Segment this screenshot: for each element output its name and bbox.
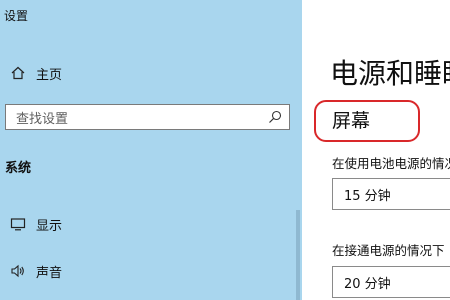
section-title-screen: 屏幕 [332,110,371,132]
home-icon [0,65,36,81]
sidebar-scrollbar[interactable] [296,210,300,300]
search-placeholder: 查找设置 [16,111,69,127]
window-title: 设置 [4,9,29,23]
battery-timeout-label: 在使用电池电源的情况下 [332,156,450,171]
monitor-icon [0,216,36,232]
page-title: 电源和睡眠 [330,57,450,90]
section-header-system: 系统 [5,161,32,176]
battery-timeout-value: 15 分钟 [344,188,391,204]
plugged-timeout-label: 在接通电源的情况下 [332,243,445,258]
plugged-timeout-value: 20 分钟 [344,276,391,292]
sidebar-item-sound[interactable]: 声音 [0,254,302,288]
sidebar-item-label: 显示 [36,218,63,234]
search-input[interactable]: 查找设置 [5,104,290,130]
speaker-icon [0,263,36,279]
sidebar-item-home[interactable]: 主页 [0,56,302,90]
sidebar-item-label: 声音 [36,265,63,281]
search-icon[interactable] [261,110,289,124]
plugged-timeout-dropdown[interactable]: 20 分钟 [332,266,450,298]
battery-timeout-dropdown[interactable]: 15 分钟 [332,178,450,210]
sidebar: 设置 主页 查找设置 系统 显示 声音 [0,0,302,300]
sidebar-item-label: 主页 [36,67,63,83]
sidebar-item-display[interactable]: 显示 [0,207,302,241]
